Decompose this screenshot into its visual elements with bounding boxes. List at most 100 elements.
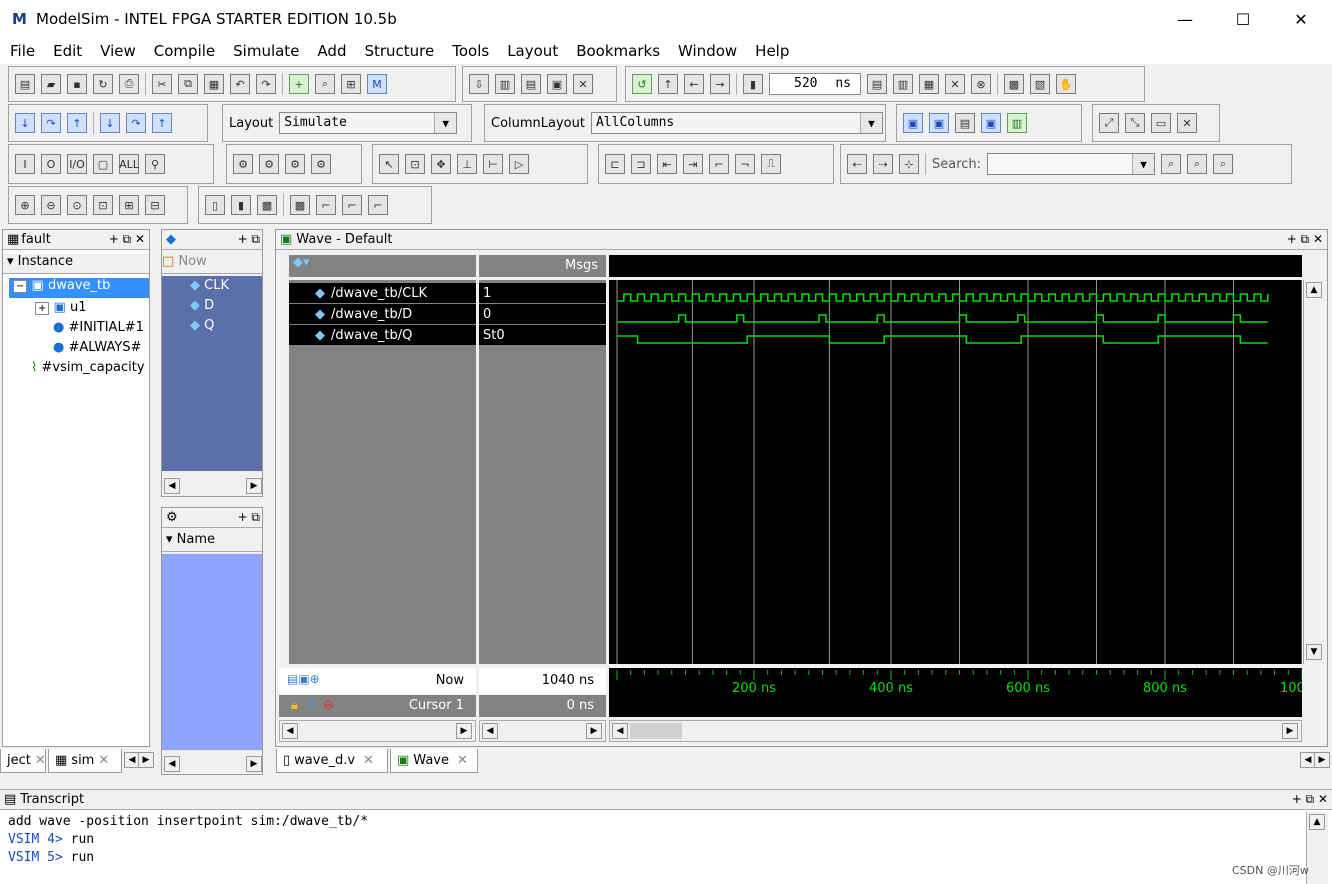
wave-hscrollbar[interactable]: ◀ ▶ [609, 720, 1302, 742]
window-icon[interactable]: ▥ [1007, 113, 1027, 133]
instance-column-header[interactable]: ▾ Instance [3, 254, 149, 274]
find-all-icon[interactable]: ⊹ [899, 154, 919, 174]
window-icon[interactable]: ▣ [981, 113, 1001, 133]
stop-icon[interactable]: ⊗ [971, 74, 991, 94]
next-edge-icon[interactable]: ⇥ [683, 154, 703, 174]
transition-icon[interactable]: ⎍ [761, 154, 781, 174]
tab-wave-d-v[interactable]: ▯ wave_d.v ✕ [276, 749, 388, 773]
close-icon[interactable]: ✕ [457, 753, 468, 768]
scroll-right-icon[interactable]: ▶ [1282, 723, 1298, 739]
tab-sim[interactable]: ▦ sim ✕ [48, 749, 122, 773]
close-icon[interactable]: ✕ [363, 753, 374, 768]
signal-row-clk[interactable]: ◆ /dwave_tb/CLK [289, 283, 476, 303]
rising-edge-icon[interactable]: ⌐ [709, 154, 729, 174]
gear-icon[interactable]: ⚙ [285, 154, 305, 174]
print-icon[interactable]: ⎙ [119, 74, 139, 94]
menu-window[interactable]: Window [678, 42, 737, 60]
tab-project[interactable]: ject ✕ [0, 749, 46, 773]
select-pointer-icon[interactable]: ↖ [379, 154, 399, 174]
next-edge-icon[interactable]: ▷ [509, 154, 529, 174]
reset-icon[interactable]: ▭ [1151, 113, 1171, 133]
run-all-icon[interactable]: ▦ [919, 74, 939, 94]
analog-icon[interactable]: ▩ [290, 195, 310, 215]
menu-compile[interactable]: Compile [154, 42, 215, 60]
transcript-line[interactable]: VSIM 5> run [8, 850, 94, 865]
panel-controls[interactable]: + ⧉ [238, 232, 260, 247]
scroll-left-icon[interactable]: ◀ [282, 723, 298, 739]
event-icon[interactable]: ▩ [257, 195, 277, 215]
cut-icon[interactable]: ✂ [152, 74, 172, 94]
gear-icon[interactable]: ⚙ [233, 154, 253, 174]
panel-controls[interactable]: + ⧉ ✕ [1292, 792, 1328, 807]
forward-arrow-icon[interactable]: → [710, 74, 730, 94]
close-icon[interactable]: ✕ [35, 753, 46, 768]
menu-edit[interactable]: Edit [53, 42, 82, 60]
new-icon[interactable]: ▤ [15, 74, 35, 94]
collapse-icon[interactable]: ⤡ [1125, 113, 1145, 133]
tab-scroll-right-icon[interactable]: ▶ [1314, 752, 1330, 768]
scroll-right-icon[interactable]: ▶ [586, 723, 602, 739]
menu-simulate[interactable]: Simulate [233, 42, 299, 60]
menu-bookmarks[interactable]: Bookmarks [576, 42, 660, 60]
scroll-up-icon[interactable]: ▲ [1309, 814, 1325, 830]
step-into-c-icon[interactable]: ↓ [100, 113, 120, 133]
scroll-up-icon[interactable]: ▲ [1306, 282, 1322, 298]
step-icon[interactable]: ⌐ [368, 195, 388, 215]
find-next-icon[interactable]: ⇢ [873, 154, 893, 174]
window-icon[interactable]: ▤ [955, 113, 975, 133]
window-icon[interactable]: ▣ [903, 113, 923, 133]
layout-icon[interactable]: ⊞ [341, 74, 361, 94]
compile-all-icon[interactable]: ▥ [495, 74, 515, 94]
find-prev-icon[interactable]: ⇠ [847, 154, 867, 174]
zoom-mode-icon[interactable]: ⊡ [405, 154, 425, 174]
continue-run-icon[interactable]: ▥ [893, 74, 913, 94]
step-icon[interactable]: ⌐ [342, 195, 362, 215]
objects-column-header[interactable]: □ Now [162, 254, 262, 274]
menu-structure[interactable]: Structure [364, 42, 434, 60]
gear-icon[interactable]: ⚙ [259, 154, 279, 174]
minimize-icon[interactable]: — [1156, 0, 1214, 38]
undo-icon[interactable]: ↶ [230, 74, 250, 94]
binoculars-icon[interactable]: ⌕ [1213, 154, 1234, 174]
lock-icon[interactable]: 🔒︎ [291, 698, 298, 713]
find-icon[interactable]: ⌕ [315, 74, 335, 94]
close-icon[interactable]: ✕ [98, 753, 109, 768]
waveform-area[interactable] [609, 280, 1303, 664]
scroll-thumb[interactable] [630, 723, 682, 739]
inout-filter-icon[interactable]: I/O [67, 154, 87, 174]
step-over-icon[interactable]: ↷ [41, 113, 61, 133]
zoom-full-icon[interactable]: ⊙ [67, 195, 87, 215]
menu-file[interactable]: File [10, 42, 35, 60]
layout-select[interactable]: Simulate ▼ [279, 112, 458, 134]
signal-row-d[interactable]: ◆ /dwave_tb/D [289, 304, 476, 324]
wave-tools-icon[interactable]: ◆▾ [293, 255, 310, 270]
tree-item-vsim-capacity[interactable]: ⌇ #vsim_capacity [31, 360, 145, 375]
restart-icon[interactable]: ↺ [632, 74, 652, 94]
panel-controls[interactable]: + ⧉ ✕ [109, 232, 145, 247]
signal-row-q[interactable]: ◆ /dwave_tb/Q [289, 325, 476, 345]
remove-cursor-icon[interactable]: ⊖ [323, 698, 334, 713]
run-icon[interactable]: ▤ [867, 74, 887, 94]
expand-icon[interactable]: + [35, 302, 50, 315]
falling-edge-icon[interactable]: ¬ [735, 154, 755, 174]
step-into-icon[interactable]: ↓ [15, 113, 35, 133]
compile-icon[interactable]: ⇩ [469, 74, 489, 94]
save-icon[interactable]: ▪ [67, 74, 87, 94]
zoom-in-icon[interactable]: ⊕ [15, 195, 35, 215]
cursor-edit-icon[interactable]: ✎ [307, 698, 318, 713]
all-filter-icon[interactable]: ALL [119, 154, 139, 174]
binoculars-icon[interactable]: ⌕ [1187, 154, 1208, 174]
close-icon[interactable]: ✕ [1272, 0, 1330, 38]
tab-scroll-right-icon[interactable]: ▶ [138, 752, 154, 768]
run-length-icon[interactable]: ▮ [743, 74, 763, 94]
scroll-left-icon[interactable]: ◀ [612, 723, 628, 739]
tree-item-dwave-tb[interactable]: − ▣ dwave_tb [9, 278, 149, 298]
break-icon[interactable]: ✕ [573, 74, 593, 94]
add-icon[interactable]: + [289, 74, 309, 94]
reload-icon[interactable]: ↻ [93, 74, 113, 94]
simulate-icon[interactable]: ▣ [547, 74, 567, 94]
modelsim-icon[interactable]: M [367, 74, 387, 94]
paste-icon[interactable]: ▦ [204, 74, 224, 94]
zoom-region-icon[interactable]: ⊟ [145, 195, 165, 215]
menu-tools[interactable]: Tools [452, 42, 489, 60]
